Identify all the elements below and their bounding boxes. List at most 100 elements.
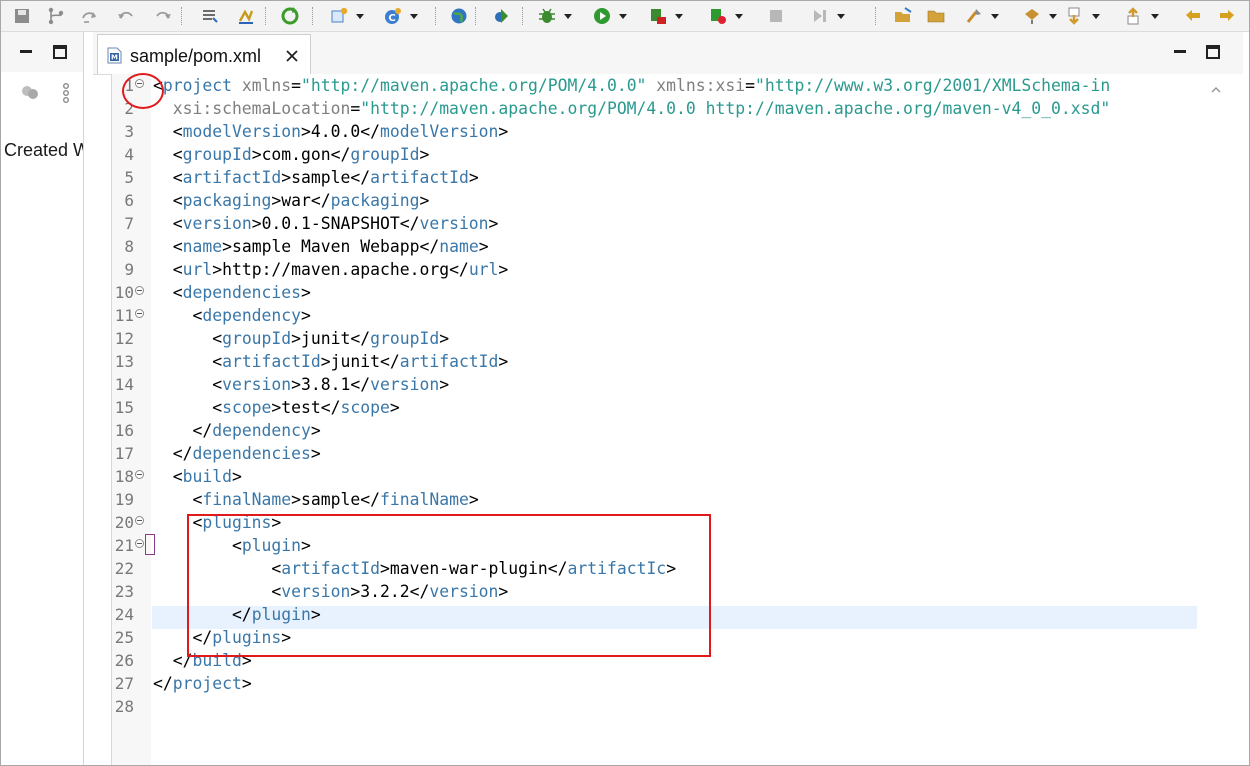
code-line: 17 </dependencies>: [112, 442, 1197, 465]
code-text: <artifactId>junit</artifactId>: [153, 350, 508, 373]
code-token: build: [182, 467, 232, 486]
code-token: </: [399, 214, 420, 233]
dropdown-arrow-icon[interactable]: [355, 5, 365, 27]
coverage-icon[interactable]: [647, 5, 669, 27]
code-token: >: [310, 444, 321, 463]
new-wizard-icon[interactable]: [328, 5, 350, 27]
code-token: finalName: [380, 490, 469, 509]
open-folder-icon[interactable]: [892, 5, 914, 27]
code-token: </: [449, 260, 469, 279]
dropdown-arrow-icon[interactable]: [990, 5, 1000, 27]
code-line: 18 <build>: [112, 465, 1197, 488]
line-number: 14: [114, 375, 134, 394]
skip-icon[interactable]: [79, 5, 101, 27]
undo-icon[interactable]: [115, 5, 137, 27]
maximize-icon[interactable]: [1205, 44, 1221, 60]
code-line: 11 <dependency>: [112, 304, 1197, 327]
dropdown-arrow-icon[interactable]: [1048, 5, 1058, 27]
close-icon[interactable]: [284, 48, 300, 64]
stop-icon[interactable]: [765, 5, 787, 27]
dropdown-arrow-icon[interactable]: [1150, 5, 1160, 27]
code-token: "http://maven.apache.org/POM/4.0.0": [301, 76, 647, 95]
open-task-icon[interactable]: [1021, 5, 1043, 27]
brush-icon[interactable]: [963, 5, 985, 27]
code-token: </: [153, 444, 193, 463]
maximize-icon[interactable]: [52, 44, 68, 60]
redo-icon[interactable]: [152, 5, 174, 27]
code-token: 4.0.0: [310, 122, 361, 141]
fold-toggle-icon[interactable]: [135, 286, 144, 295]
dropdown-arrow-icon[interactable]: [674, 5, 684, 27]
view-menu-icon[interactable]: [59, 82, 73, 104]
code-token: >: [478, 237, 489, 256]
code-token: com.gon: [261, 145, 331, 164]
highlight-icon[interactable]: [235, 5, 257, 27]
run-ant-icon[interactable]: [490, 5, 512, 27]
annotation-circle: [122, 73, 164, 109]
fold-toggle-icon[interactable]: [135, 470, 144, 479]
fold-toggle-icon[interactable]: [135, 309, 144, 318]
code-text: </dependency>: [153, 419, 320, 442]
code-line: 14 <version>3.8.1</version>: [112, 373, 1197, 396]
new-class-icon[interactable]: C: [382, 5, 404, 27]
dropdown-arrow-icon[interactable]: [618, 5, 628, 27]
previous-annotation-icon[interactable]: [1123, 5, 1145, 27]
vertical-scrollbar[interactable]: [1197, 74, 1243, 765]
line-number: 8: [124, 237, 134, 256]
forward-icon[interactable]: [1216, 5, 1238, 27]
folder-icon[interactable]: [925, 5, 947, 27]
code-token: >: [439, 375, 450, 394]
code-line: 16 </dependency>: [112, 419, 1197, 442]
save-all-icon[interactable]: [11, 5, 33, 27]
xml-source-editor[interactable]: 1 <project xmlns="http://maven.apache.org…: [111, 74, 1197, 765]
annotation-box-plugins: [187, 514, 711, 657]
code-token: finalName: [202, 490, 292, 509]
code-token: </: [379, 352, 400, 371]
code-token: <: [153, 306, 203, 325]
run-server-icon[interactable]: [707, 5, 729, 27]
code-token: </: [360, 122, 380, 141]
branch-icon[interactable]: [45, 5, 67, 27]
dropdown-arrow-icon[interactable]: [1091, 5, 1101, 27]
scroll-up-icon[interactable]: [1210, 84, 1222, 96]
line-number: 21: [114, 536, 134, 555]
code-line: 3 <modelVersion>4.0.0</modelVersion>: [112, 120, 1197, 143]
code-token: </: [360, 490, 380, 509]
code-token: 3.8.1: [301, 375, 351, 394]
minimize-icon[interactable]: [1172, 44, 1188, 60]
minimize-icon[interactable]: [18, 44, 34, 60]
globe-icon[interactable]: [448, 5, 470, 27]
fold-toggle-icon[interactable]: [135, 539, 144, 548]
code-token: modelVersion: [182, 122, 302, 141]
code-token: >: [301, 306, 311, 325]
code-token: sample Maven Webapp: [231, 237, 420, 256]
back-icon[interactable]: [1182, 5, 1204, 27]
code-token: dependency: [212, 421, 311, 440]
code-token: >: [271, 191, 282, 210]
code-token: url: [468, 260, 499, 279]
code-text: <version>3.8.1</version>: [153, 373, 449, 396]
dropdown-arrow-icon[interactable]: [734, 5, 744, 27]
code-token: test: [281, 398, 321, 417]
tab-pom-xml[interactable]: M sample/pom.xml: [97, 34, 311, 74]
code-token: >: [498, 260, 509, 279]
code-line: 7 <version>0.0.1-SNAPSHOT</version>: [112, 212, 1197, 235]
run-icon[interactable]: [591, 5, 613, 27]
fold-toggle-icon[interactable]: [135, 516, 144, 525]
servers-icon[interactable]: [20, 82, 40, 102]
step-icon[interactable]: [809, 5, 831, 27]
code-token: >: [241, 674, 252, 693]
code-token: >: [301, 283, 311, 302]
refresh-icon[interactable]: [279, 5, 301, 27]
code-token: groupId: [350, 145, 420, 164]
code-token: xmlns:xsi: [646, 76, 746, 95]
code-token: >: [320, 352, 331, 371]
svg-text:M: M: [111, 54, 118, 62]
dropdown-arrow-icon[interactable]: [836, 5, 846, 27]
dropdown-arrow-icon[interactable]: [563, 5, 573, 27]
dropdown-arrow-icon[interactable]: [409, 5, 419, 27]
task-list-icon[interactable]: [199, 5, 221, 27]
toolbar-separator: [475, 7, 476, 25]
next-annotation-icon[interactable]: [1064, 5, 1086, 27]
debug-icon[interactable]: [536, 5, 558, 27]
